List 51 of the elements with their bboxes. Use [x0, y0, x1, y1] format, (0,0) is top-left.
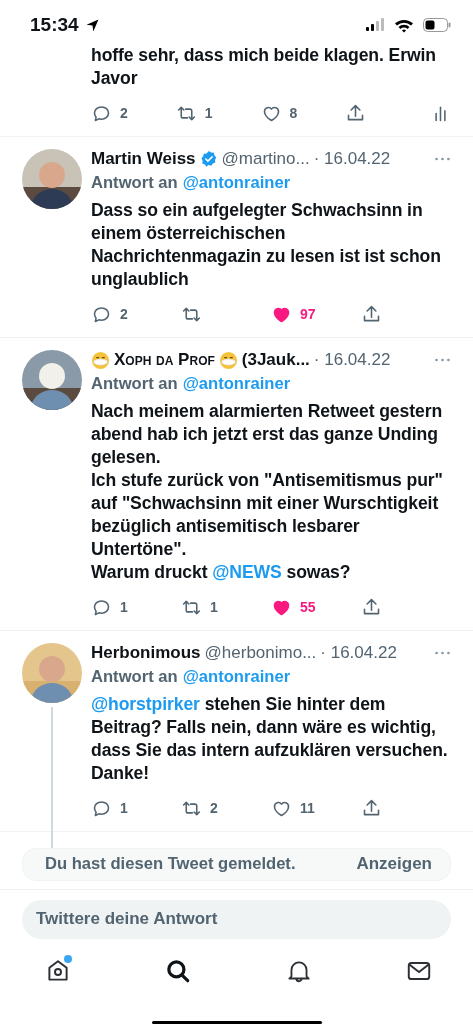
like-button[interactable]: 11 [271, 797, 361, 819]
reply-count: 1 [120, 599, 128, 615]
author-handle: (3Jauk... [241, 350, 310, 370]
clock: 15:34 [30, 14, 79, 36]
signal-icon [366, 18, 386, 32]
retweet-count: 1 [204, 105, 213, 121]
tweet-date: · 16.04.22 [320, 643, 397, 663]
more-options-icon[interactable] [434, 650, 451, 656]
verified-badge-icon [199, 150, 218, 168]
reply-button[interactable]: 2 [91, 102, 176, 124]
like-count: 55 [300, 599, 316, 615]
tweet-text: Nach meinem alarmierten Retweet gestern abend hab ich jetzt erst das ganze Unding gelesen. Ich stufe zurück von "Antisemitismus pur" auf "Schwachsinn mit einer Wurschtigkeit bezüglich antisemitisch lesbarer Untertöne". Warum druckt @NEWS sowas? [91, 400, 444, 584]
tweet-date: · 16.04.22 [313, 149, 391, 169]
reply-label: Antwort an [91, 374, 178, 394]
like-count: 8 [289, 105, 298, 121]
reply-count: 1 [120, 800, 128, 816]
like-count: 97 [300, 306, 316, 322]
reply-field[interactable]: Twittere deine Antwort [22, 899, 451, 939]
reply-button[interactable]: 1 [91, 797, 181, 819]
wifi-icon [394, 17, 414, 33]
reply-label: Antwort an [91, 173, 178, 193]
author-name[interactable]: Xoph da Prof [114, 350, 215, 370]
reply-count: 2 [120, 105, 128, 121]
mask-face-icon [218, 350, 238, 370]
retweet-button[interactable]: 1 [175, 102, 261, 124]
like-button[interactable]: 55 [271, 596, 361, 618]
author-handle: @herbonimo... [204, 643, 317, 663]
reply-count: 2 [120, 306, 128, 322]
retweet-button[interactable]: 2 [181, 797, 271, 819]
author-handle: @martino... [221, 149, 310, 169]
like-button[interactable]: 8 [260, 102, 346, 124]
author-name[interactable]: Herbonimous [91, 643, 201, 663]
more-options-icon[interactable] [434, 156, 451, 162]
notice-text: Du hast diesen Tweet gemeldet. [45, 854, 296, 875]
tweet-text: Dass so ein aufgelegter Schwachsinn in einem österreichischen Nachrichtenmagazin zu lesen ist ist schon unglaublich [91, 199, 442, 291]
retweet-count: 2 [210, 800, 218, 816]
battery-icon [423, 18, 451, 32]
tweet-text: @horstpirker stehen Sie hinter dem Beitrag? Falls nein, dann wäre es wichtig, dass Sie das intern aufzuklären versuchen. Danke! [91, 693, 449, 785]
reply-button[interactable]: 2 [91, 303, 181, 325]
tweet-date: · 16.04.22 [313, 350, 391, 370]
show-button[interactable]: Anzeigen [356, 854, 432, 875]
like-count: 11 [300, 800, 315, 816]
more-options-icon[interactable] [434, 357, 451, 363]
reply-button[interactable]: 1 [91, 596, 181, 618]
retweet-button[interactable]: 1 [181, 596, 271, 618]
like-button[interactable]: 97 [271, 303, 361, 325]
author-name[interactable]: Martin Weiss [91, 149, 196, 169]
retweet-count: 1 [210, 599, 218, 615]
tweet-text: hoffe sehr, dass mich beide klagen. Erwin Javor [91, 44, 437, 90]
mask-face-icon [91, 350, 110, 370]
reply-label: Antwort an [91, 667, 178, 687]
